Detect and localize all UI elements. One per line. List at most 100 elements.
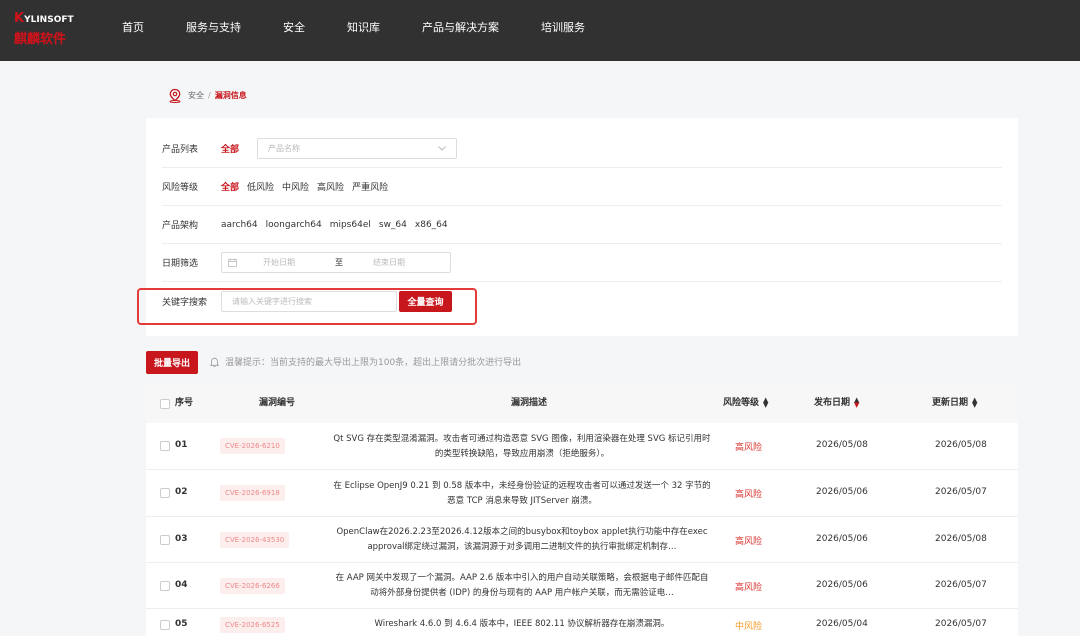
risk-option-medium[interactable]: 中风险: [282, 180, 309, 193]
table-header: 序号 漏洞编号 漏洞描述 风险等级 ▲ ▼ 发布日期 ▲ ▼ 更新日期 ▲ ▼: [146, 384, 1018, 423]
keyword-search-highlight-box: [137, 288, 477, 325]
row-updated-date: 2026/05/08: [935, 440, 987, 450]
nav-knowledge-base[interactable]: 知识库: [347, 0, 380, 61]
header-published-date[interactable]: 发布日期 ▲ ▼: [814, 384, 859, 423]
row-checkbox[interactable]: [160, 441, 170, 451]
risk-option-low[interactable]: 低风险: [247, 180, 274, 193]
row-index: 03: [175, 534, 188, 544]
filter-row-product: 产品列表 全部 产品名称: [162, 130, 1002, 168]
row-updated-date: 2026/05/07: [935, 580, 987, 590]
date-range-picker[interactable]: 开始日期 至 结束日期: [221, 252, 451, 273]
row-updated-date: 2026/05/07: [935, 619, 987, 629]
export-tip-text: 温馨提示：当前支持的最大导出上限为100条，超出上限请分批次进行导出: [225, 358, 522, 368]
filter-row-risk: 风险等级 全部 低风险 中风险 高风险 严重风险: [162, 168, 1002, 206]
bell-icon: [210, 357, 219, 367]
header-risk-label: 风险等级: [723, 398, 760, 408]
cve-id-tag[interactable]: CVE-2026-43530: [220, 532, 290, 548]
start-date-input[interactable]: 开始日期: [263, 257, 295, 268]
row-updated-date: 2026/05/07: [935, 487, 987, 497]
header-risk-level[interactable]: 风险等级 ▲ ▼: [723, 384, 768, 423]
nav-home[interactable]: 首页: [122, 0, 144, 61]
nav-training[interactable]: 培训服务: [541, 0, 585, 61]
risk-option-high[interactable]: 高风险: [317, 180, 344, 193]
header-description: 漏洞描述: [511, 398, 548, 408]
header-updated-date[interactable]: 更新日期 ▲ ▼: [932, 384, 977, 423]
select-all-checkbox[interactable]: [160, 399, 170, 409]
table-row[interactable]: 01 CVE-2026-6210 Qt SVG 存在类型混淆漏洞。攻击者可通过构…: [146, 423, 1018, 470]
row-published-date: 2026/05/04: [816, 619, 868, 629]
row-risk-level: 高风险: [735, 583, 763, 593]
row-index: 05: [175, 619, 188, 629]
row-checkbox[interactable]: [160, 535, 170, 545]
row-description: 在 Eclipse OpenJ9 0.21 到 0.58 版本中，未经身份验证的…: [333, 481, 711, 506]
row-updated-date: 2026/05/08: [935, 534, 987, 544]
nav-products-solutions[interactable]: 产品与解决方案: [422, 0, 499, 61]
nav-security[interactable]: 安全: [283, 0, 305, 61]
date-filter-label: 日期筛选: [162, 259, 199, 269]
table-row[interactable]: 03 CVE-2026-43530 OpenClaw在2026.2.23至202…: [146, 517, 1018, 563]
breadcrumb: 安全 / 漏洞信息: [168, 87, 247, 103]
table-row[interactable]: 02 CVE-2026-6918 在 Eclipse OpenJ9 0.21 到…: [146, 470, 1018, 517]
table-row[interactable]: 04 CVE-2026-6266 在 AAP 网关中发现了一个漏洞。AAP 2.…: [146, 563, 1018, 609]
logo-letter: K: [14, 11, 25, 26]
row-risk-level: 高风险: [735, 443, 763, 453]
risk-option-critical[interactable]: 严重风险: [352, 180, 388, 193]
calendar-icon: [228, 258, 237, 267]
sort-desc-active-icon: ▲ ▼: [854, 395, 860, 409]
row-risk-level: 高风险: [735, 490, 763, 500]
kylinsoft-logo[interactable]: KYLINSOFT 麒麟软件: [14, 11, 74, 47]
row-risk-level: 高风险: [735, 537, 763, 547]
row-published-date: 2026/05/06: [816, 580, 868, 590]
risk-filter-label: 风险等级: [162, 183, 199, 193]
row-published-date: 2026/05/08: [816, 440, 868, 450]
product-select-placeholder: 产品名称: [268, 144, 301, 153]
chevron-down-icon: [438, 146, 446, 151]
cve-id-tag[interactable]: CVE-2026-6266: [220, 578, 285, 594]
filter-panel: 产品列表 全部 产品名称 风险等级 全部 低风险 中风险 高风险 严重风险 产品…: [137, 118, 1018, 336]
location-pin-icon: [169, 88, 181, 103]
filter-row-date: 日期筛选 开始日期 至 结束日期: [162, 244, 1002, 282]
date-range-separator: 至: [335, 258, 343, 267]
row-description: OpenClaw在2026.2.23至2026.4.12版本之间的busybox…: [336, 527, 708, 552]
header-published-label: 发布日期: [814, 398, 851, 408]
main-nav: 首页 服务与支持 安全 知识库 产品与解决方案 培训服务: [122, 0, 627, 61]
end-date-input[interactable]: 结束日期: [373, 257, 405, 268]
filter-row-arch: 产品架构 aarch64 loongarch64 mips64el sw_64 …: [162, 206, 1002, 244]
arch-filter-label: 产品架构: [162, 221, 199, 231]
table-row[interactable]: 05 CVE-2026-6525 Wireshark 4.6.0 到 4.6.4…: [146, 609, 1018, 636]
header-updated-label: 更新日期: [932, 398, 969, 408]
risk-option-all[interactable]: 全部: [221, 180, 239, 193]
cve-id-tag[interactable]: CVE-2026-6525: [220, 617, 285, 633]
arch-option-loongarch64[interactable]: loongarch64: [266, 220, 322, 230]
cve-id-tag[interactable]: CVE-2026-6210: [220, 438, 285, 454]
row-description: 在 AAP 网关中发现了一个漏洞。AAP 2.6 版本中引入的用户自动关联策略，…: [335, 573, 709, 598]
arch-option-x86-64[interactable]: x86_64: [415, 220, 448, 230]
row-index: 02: [175, 487, 188, 497]
nav-services-support[interactable]: 服务与支持: [186, 0, 241, 61]
arch-option-aarch64[interactable]: aarch64: [221, 220, 258, 230]
sort-icon: ▲ ▼: [763, 395, 769, 409]
vulnerability-table: 序号 漏洞编号 漏洞描述 风险等级 ▲ ▼ 发布日期 ▲ ▼ 更新日期 ▲ ▼ 01 CVE…: [146, 384, 1018, 636]
logo-wordmark-en: YLINSOFT: [24, 15, 74, 25]
logo-wordmark-cn: 麒麟软件: [14, 32, 67, 47]
row-published-date: 2026/05/06: [816, 487, 868, 497]
row-checkbox[interactable]: [160, 620, 170, 630]
product-name-select[interactable]: 产品名称: [257, 138, 458, 159]
breadcrumb-security[interactable]: 安全: [188, 90, 204, 101]
row-description: Wireshark 4.6.0 到 4.6.4 版本中，IEEE 802.11 …: [374, 619, 670, 629]
product-filter-all[interactable]: 全部: [221, 142, 239, 155]
row-checkbox[interactable]: [160, 488, 170, 498]
row-checkbox[interactable]: [160, 581, 170, 591]
sort-icon: ▲ ▼: [972, 395, 978, 409]
batch-export-button[interactable]: 批量导出: [146, 351, 198, 374]
export-tip: 温馨提示：当前支持的最大导出上限为100条，超出上限请分批次进行导出: [210, 355, 521, 368]
row-index: 01: [175, 440, 188, 450]
row-risk-level: 中风险: [735, 622, 763, 632]
breadcrumb-current: 漏洞信息: [214, 90, 247, 100]
arch-option-mips64el[interactable]: mips64el: [330, 220, 371, 230]
header-cve-id: 漏洞编号: [259, 398, 296, 408]
row-description: Qt SVG 存在类型混淆漏洞。攻击者可通过构造恶意 SVG 图像，利用渲染器在…: [333, 434, 711, 459]
cve-id-tag[interactable]: CVE-2026-6918: [220, 485, 285, 501]
product-filter-label: 产品列表: [162, 145, 199, 155]
arch-option-sw64[interactable]: sw_64: [379, 220, 407, 230]
